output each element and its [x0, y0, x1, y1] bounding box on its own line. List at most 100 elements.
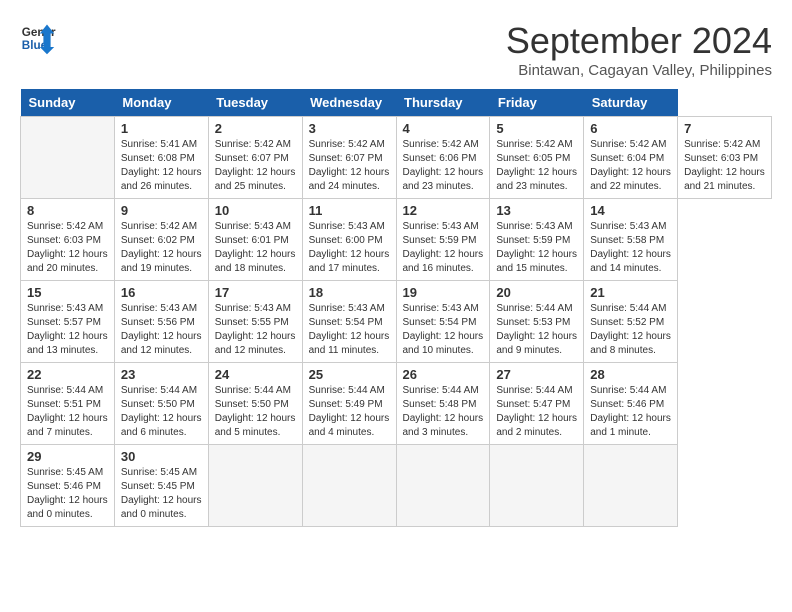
day-number: 6 — [590, 121, 671, 136]
calendar-header-monday: Monday — [114, 89, 208, 117]
day-number: 20 — [496, 285, 577, 300]
day-number: 30 — [121, 449, 202, 464]
day-number: 8 — [27, 203, 108, 218]
day-number: 4 — [403, 121, 484, 136]
calendar-table: SundayMondayTuesdayWednesdayThursdayFrid… — [20, 89, 772, 527]
day-info: Sunrise: 5:42 AMSunset: 6:05 PMDaylight:… — [496, 138, 577, 194]
calendar-week-1: 1Sunrise: 5:41 AMSunset: 6:08 PMDaylight… — [21, 117, 772, 199]
calendar-cell: 11Sunrise: 5:43 AMSunset: 6:00 PMDayligh… — [302, 199, 396, 281]
calendar-header-sunday: Sunday — [21, 89, 115, 117]
day-number: 5 — [496, 121, 577, 136]
day-info: Sunrise: 5:42 AMSunset: 6:03 PMDaylight:… — [27, 220, 108, 276]
day-info: Sunrise: 5:44 AMSunset: 5:50 PMDaylight:… — [121, 384, 202, 440]
day-info: Sunrise: 5:45 AMSunset: 5:46 PMDaylight:… — [27, 466, 108, 522]
calendar-header-row: SundayMondayTuesdayWednesdayThursdayFrid… — [21, 89, 772, 117]
day-info: Sunrise: 5:43 AMSunset: 5:59 PMDaylight:… — [403, 220, 484, 276]
day-info: Sunrise: 5:43 AMSunset: 5:56 PMDaylight:… — [121, 302, 202, 358]
calendar-cell: 9Sunrise: 5:42 AMSunset: 6:02 PMDaylight… — [114, 199, 208, 281]
day-number: 26 — [403, 367, 484, 382]
calendar-cell: 7Sunrise: 5:42 AMSunset: 6:03 PMDaylight… — [678, 117, 772, 199]
calendar-week-3: 15Sunrise: 5:43 AMSunset: 5:57 PMDayligh… — [21, 281, 772, 363]
day-info: Sunrise: 5:44 AMSunset: 5:52 PMDaylight:… — [590, 302, 671, 358]
day-info: Sunrise: 5:43 AMSunset: 6:00 PMDaylight:… — [309, 220, 390, 276]
calendar-cell: 27 Sunrise: 5:44 AMSunset: 5:47 PMDayligh… — [490, 363, 584, 445]
day-number: 29 — [27, 449, 108, 464]
day-number: 17 — [215, 285, 296, 300]
day-info: Sunrise: 5:44 AMSunset: 5:49 PMDaylight:… — [309, 384, 390, 440]
calendar-cell: 12 Sunrise: 5:43 AMSunset: 5:59 PMDayligh… — [396, 199, 490, 281]
calendar-cell: 30 Sunrise: 5:45 AMSunset: 5:45 PMDayligh… — [114, 445, 208, 527]
title-area: September 2024 Bintawan, Cagayan Valley,… — [506, 20, 772, 79]
calendar-cell: 20 Sunrise: 5:44 AMSunset: 5:53 PMDayligh… — [490, 281, 584, 363]
day-number: 14 — [590, 203, 671, 218]
calendar-cell: 18 Sunrise: 5:43 AMSunset: 5:54 PMDayligh… — [302, 281, 396, 363]
calendar-cell: 3 Sunrise: 5:42 AMSunset: 6:07 PMDaylight… — [302, 117, 396, 199]
day-info: Sunrise: 5:43 AMSunset: 5:54 PMDaylight:… — [403, 302, 484, 358]
calendar-cell: 19 Sunrise: 5:43 AMSunset: 5:54 PMDayligh… — [396, 281, 490, 363]
day-info: Sunrise: 5:44 AMSunset: 5:48 PMDaylight:… — [403, 384, 484, 440]
calendar-body: 1Sunrise: 5:41 AMSunset: 6:08 PMDaylight… — [21, 117, 772, 527]
day-info: Sunrise: 5:42 AMSunset: 6:06 PMDaylight:… — [403, 138, 484, 194]
calendar-week-4: 22 Sunrise: 5:44 AMSunset: 5:51 PMDayligh… — [21, 363, 772, 445]
day-number: 3 — [309, 121, 390, 136]
calendar-cell: 24 Sunrise: 5:44 AMSunset: 5:50 PMDayligh… — [208, 363, 302, 445]
day-info: Sunrise: 5:43 AMSunset: 5:59 PMDaylight:… — [496, 220, 577, 276]
calendar-header-friday: Friday — [490, 89, 584, 117]
day-number: 13 — [496, 203, 577, 218]
calendar-cell: 22 Sunrise: 5:44 AMSunset: 5:51 PMDayligh… — [21, 363, 115, 445]
calendar-cell: 2Sunrise: 5:42 AMSunset: 6:07 PMDaylight… — [208, 117, 302, 199]
day-number: 24 — [215, 367, 296, 382]
calendar-cell: 28Sunrise: 5:44 AMSunset: 5:46 PMDayligh… — [584, 363, 678, 445]
day-info: Sunrise: 5:42 AMSunset: 6:02 PMDaylight:… — [121, 220, 202, 276]
day-info: Sunrise: 5:43 AMSunset: 5:58 PMDaylight:… — [590, 220, 671, 276]
location-title: Bintawan, Cagayan Valley, Philippines — [506, 62, 772, 79]
calendar-cell — [584, 445, 678, 527]
day-number: 25 — [309, 367, 390, 382]
calendar-header-thursday: Thursday — [396, 89, 490, 117]
day-number: 12 — [403, 203, 484, 218]
calendar-cell: 29 Sunrise: 5:45 AMSunset: 5:46 PMDayligh… — [21, 445, 115, 527]
day-number: 21 — [590, 285, 671, 300]
header: General Blue September 2024 Bintawan, Ca… — [20, 20, 772, 79]
calendar-cell — [21, 117, 115, 199]
day-info: Sunrise: 5:44 AMSunset: 5:53 PMDaylight:… — [496, 302, 577, 358]
calendar-cell: 8 Sunrise: 5:42 AMSunset: 6:03 PMDaylight… — [21, 199, 115, 281]
day-number: 1 — [121, 121, 202, 136]
day-info: Sunrise: 5:44 AMSunset: 5:47 PMDaylight:… — [496, 384, 577, 440]
day-number: 19 — [403, 285, 484, 300]
calendar-cell: 6Sunrise: 5:42 AMSunset: 6:04 PMDaylight… — [584, 117, 678, 199]
calendar-cell — [208, 445, 302, 527]
day-info: Sunrise: 5:44 AMSunset: 5:51 PMDaylight:… — [27, 384, 108, 440]
calendar-cell: 23 Sunrise: 5:44 AMSunset: 5:50 PMDayligh… — [114, 363, 208, 445]
day-number: 15 — [27, 285, 108, 300]
calendar-header-wednesday: Wednesday — [302, 89, 396, 117]
calendar-week-5: 29 Sunrise: 5:45 AMSunset: 5:46 PMDayligh… — [21, 445, 772, 527]
month-title: September 2024 — [506, 20, 772, 62]
calendar-cell: 14 Sunrise: 5:43 AMSunset: 5:58 PMDayligh… — [584, 199, 678, 281]
day-number: 18 — [309, 285, 390, 300]
day-number: 27 — [496, 367, 577, 382]
day-number: 28 — [590, 367, 671, 382]
calendar-header-tuesday: Tuesday — [208, 89, 302, 117]
day-info: Sunrise: 5:43 AMSunset: 5:54 PMDaylight:… — [309, 302, 390, 358]
logo-icon: General Blue — [20, 20, 56, 56]
calendar-cell — [490, 445, 584, 527]
calendar-cell: 1Sunrise: 5:41 AMSunset: 6:08 PMDaylight… — [114, 117, 208, 199]
day-number: 22 — [27, 367, 108, 382]
day-number: 2 — [215, 121, 296, 136]
day-info: Sunrise: 5:44 AMSunset: 5:50 PMDaylight:… — [215, 384, 296, 440]
calendar-cell — [396, 445, 490, 527]
calendar-cell: 26 Sunrise: 5:44 AMSunset: 5:48 PMDayligh… — [396, 363, 490, 445]
calendar-cell: 17 Sunrise: 5:43 AMSunset: 5:55 PMDayligh… — [208, 281, 302, 363]
day-number: 23 — [121, 367, 202, 382]
day-info: Sunrise: 5:42 AMSunset: 6:07 PMDaylight:… — [309, 138, 390, 194]
day-info: Sunrise: 5:45 AMSunset: 5:45 PMDaylight:… — [121, 466, 202, 522]
calendar-cell: 5 Sunrise: 5:42 AMSunset: 6:05 PMDaylight… — [490, 117, 584, 199]
calendar-cell: 25 Sunrise: 5:44 AMSunset: 5:49 PMDayligh… — [302, 363, 396, 445]
day-number: 16 — [121, 285, 202, 300]
calendar-cell: 16 Sunrise: 5:43 AMSunset: 5:56 PMDayligh… — [114, 281, 208, 363]
calendar-cell: 4 Sunrise: 5:42 AMSunset: 6:06 PMDaylight… — [396, 117, 490, 199]
day-info: Sunrise: 5:43 AMSunset: 5:55 PMDaylight:… — [215, 302, 296, 358]
calendar-cell: 10Sunrise: 5:43 AMSunset: 6:01 PMDayligh… — [208, 199, 302, 281]
calendar-week-2: 8 Sunrise: 5:42 AMSunset: 6:03 PMDaylight… — [21, 199, 772, 281]
